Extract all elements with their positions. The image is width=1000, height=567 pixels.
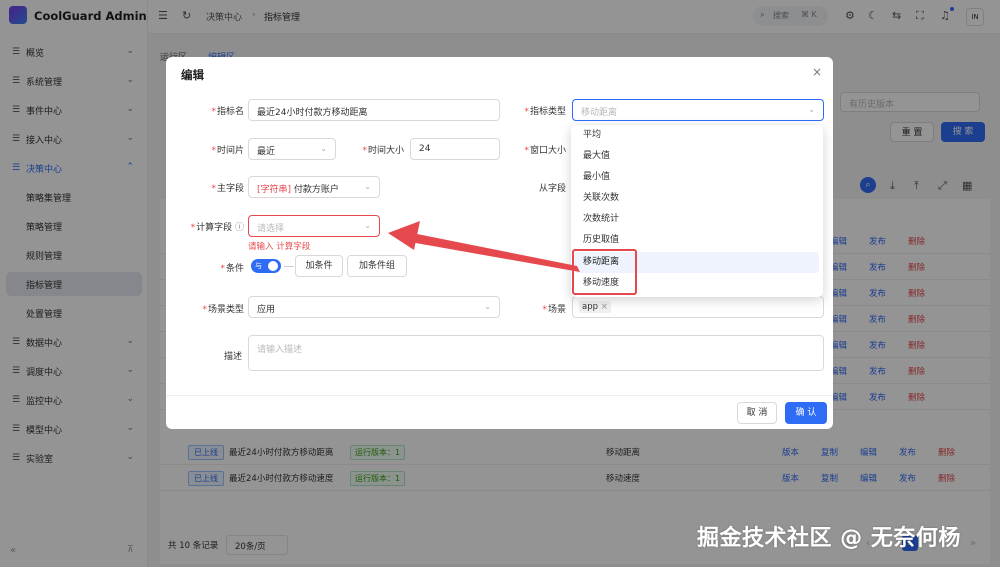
watermark: 掘金技术社区 @ 无奈何杨 bbox=[697, 526, 961, 551]
annotation-arrow bbox=[388, 221, 580, 272]
arrow-head bbox=[388, 221, 420, 250]
arrow-shaft bbox=[410, 233, 580, 272]
